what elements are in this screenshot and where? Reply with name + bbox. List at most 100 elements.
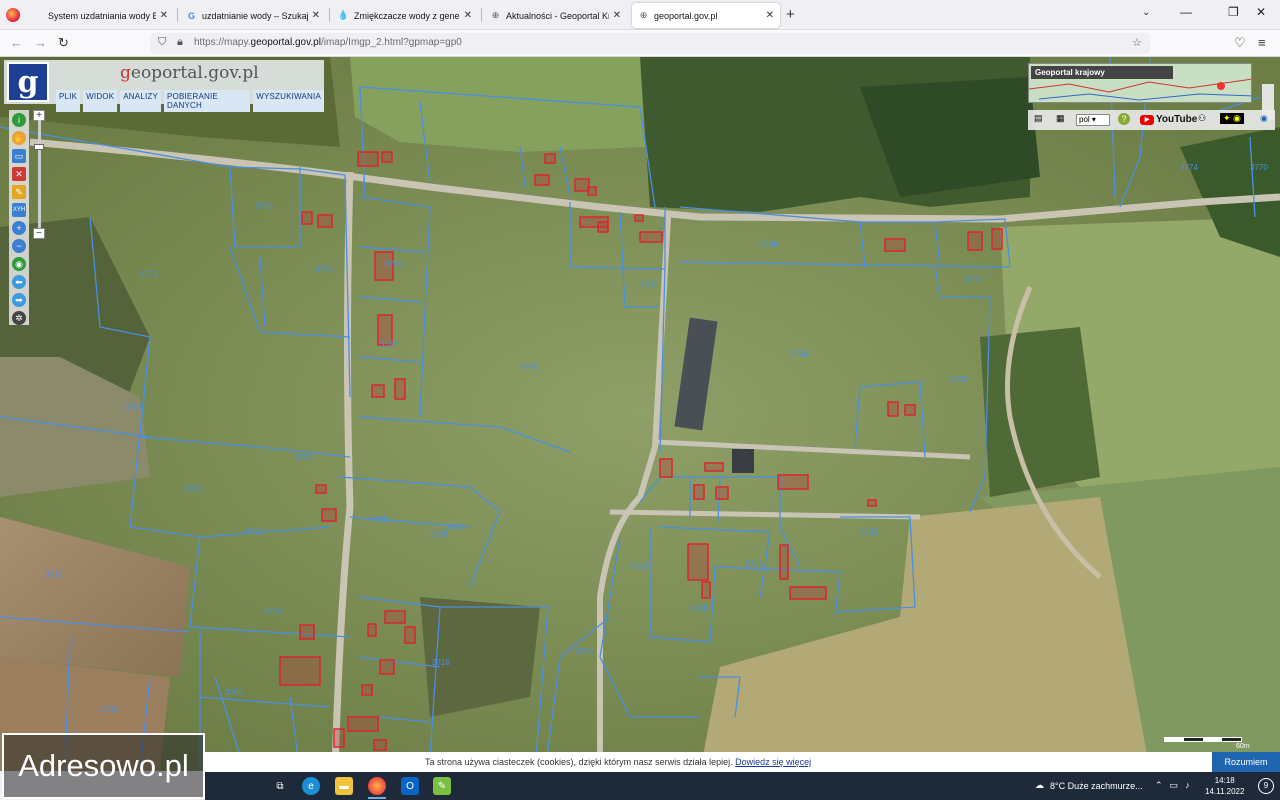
print-icon[interactable]: ▤ (1034, 113, 1043, 124)
building-outline[interactable] (379, 659, 395, 675)
globe-icon[interactable]: ◉ (12, 257, 26, 271)
pocket-icon[interactable]: ♡ (1234, 35, 1246, 51)
building-outline[interactable] (534, 174, 550, 186)
building-outline[interactable] (687, 543, 709, 581)
reload-icon[interactable]: ↻ (58, 35, 69, 51)
close-icon[interactable]: ✕ (160, 10, 168, 21)
contrast-icon[interactable]: ✦ ◉ (1220, 113, 1244, 124)
building-outline[interactable] (394, 378, 406, 400)
building-outline[interactable] (357, 151, 379, 167)
building-outline[interactable] (634, 214, 644, 222)
building-outline[interactable] (301, 211, 313, 225)
maximize-icon[interactable]: ❐ (1228, 5, 1239, 19)
map-viewport[interactable]: 3774 3770 3768 3753 3771 3763 3759 3754 3752 3745… (0, 57, 1280, 771)
zoom-slider[interactable]: + − (33, 110, 45, 240)
close-icon[interactable]: ✕ (464, 10, 472, 21)
building-outline[interactable] (887, 401, 899, 417)
zoom-track[interactable] (38, 120, 41, 235)
building-outline[interactable] (373, 739, 387, 751)
firefox-taskbar-icon[interactable] (368, 777, 386, 795)
building-outline[interactable] (967, 231, 983, 251)
building-outline[interactable] (587, 186, 597, 196)
chevron-up-icon[interactable]: ⌃ (1155, 780, 1163, 791)
close-icon[interactable]: ✕ (613, 10, 621, 21)
firefox-icon[interactable] (6, 8, 20, 22)
shield-icon[interactable]: ⛉ (158, 36, 166, 49)
building-outline[interactable] (361, 684, 373, 696)
building-outline[interactable] (371, 384, 385, 398)
menu-analizy[interactable]: ANALIZY (120, 90, 162, 112)
app-icon[interactable]: ✎ (433, 777, 451, 795)
building-outline[interactable] (701, 581, 711, 599)
pencil-icon[interactable]: ✎ (12, 185, 26, 199)
pan-hand-icon[interactable]: ✋ (12, 131, 26, 145)
building-outline[interactable] (299, 624, 315, 640)
building-outline[interactable] (884, 238, 906, 252)
building-outline[interactable] (384, 610, 406, 624)
tab-3[interactable]: ⊕ Aktualności - Geoportal Krajowy ✕ (484, 3, 627, 28)
building-outline[interactable] (904, 404, 916, 416)
building-outline[interactable] (639, 231, 663, 243)
edge-icon[interactable]: e (302, 777, 320, 795)
bookmark-star-icon[interactable]: ☆ (1132, 36, 1142, 49)
building-outline[interactable] (659, 458, 673, 478)
back-view-icon[interactable]: ⬅ (12, 275, 26, 289)
chevron-down-icon[interactable]: ⌄ (1142, 7, 1150, 18)
lock-icon[interactable]: 🔒︎ (177, 36, 183, 49)
building-outline[interactable] (367, 623, 377, 637)
cookie-accept-button[interactable]: Rozumiem (1212, 752, 1280, 772)
menu-wyszukiwania[interactable]: WYSZUKIWANIA (253, 90, 324, 112)
weather-widget[interactable]: ☁ 8°C Duże zachmurze... (1035, 780, 1143, 791)
tab-2[interactable]: 💧 Zmiękczacze wody z generatora ✕ (332, 3, 478, 28)
menu-plik[interactable]: PLIK (56, 90, 81, 112)
building-outline[interactable] (597, 221, 609, 233)
building-outline[interactable] (867, 499, 877, 507)
building-outline[interactable] (315, 484, 327, 494)
close-icon[interactable]: ✕ (312, 10, 320, 21)
building-outline[interactable] (693, 484, 705, 500)
building-outline[interactable] (715, 486, 729, 500)
building-outline[interactable] (777, 474, 809, 490)
volume-icon[interactable]: ♪ (1185, 780, 1190, 791)
menu-pobieranie-danych[interactable]: POBIERANIE DANYCH (164, 90, 251, 112)
layers-icon[interactable]: ▦ (1056, 113, 1065, 124)
select-area-icon[interactable]: ▭ (12, 149, 26, 163)
clock[interactable]: 14:18 14.11.2022 (1205, 775, 1244, 797)
building-outline[interactable] (544, 153, 556, 164)
eye-icon[interactable]: ◉ (1260, 113, 1268, 124)
overview-map[interactable]: Geoportal krajowy (1028, 63, 1252, 103)
outlook-icon[interactable]: O (401, 777, 419, 795)
cookie-more-link[interactable]: Dowiedz się więcej (735, 757, 811, 767)
building-outline[interactable] (321, 508, 337, 522)
building-outline[interactable] (333, 728, 345, 748)
url-bar[interactable]: ⛉ 🔒︎ https://mapy.geoportal.gov.pl/imap/… (150, 33, 1150, 54)
help-icon[interactable]: ? (1118, 113, 1130, 125)
minimize-icon[interactable]: — (1180, 5, 1192, 19)
measure-icon[interactable]: XYH (12, 203, 26, 217)
accessibility-icon[interactable]: ⚇ (1198, 113, 1206, 124)
building-outline[interactable] (704, 462, 724, 472)
building-outline[interactable] (404, 626, 416, 644)
language-select[interactable]: pol ▾ (1076, 114, 1110, 126)
new-tab-button[interactable]: + (786, 6, 795, 23)
building-outline[interactable] (991, 228, 1003, 250)
close-icon[interactable]: ✕ (766, 10, 774, 21)
building-outline[interactable] (279, 656, 321, 686)
building-outline[interactable] (347, 716, 379, 732)
tab-4-active[interactable]: ⊕ geoportal.gov.pl ✕ (632, 3, 780, 28)
building-outline[interactable] (779, 544, 789, 580)
task-view-icon[interactable]: ⧉ (271, 777, 289, 795)
zoom-out-icon[interactable]: − (12, 239, 26, 253)
notification-icon[interactable]: 9 (1258, 778, 1274, 794)
network-icon[interactable]: ▭ (1170, 780, 1179, 791)
window-close-icon[interactable]: ✕ (1256, 5, 1266, 19)
building-outline[interactable] (381, 151, 393, 163)
geoportal-logo[interactable]: g (7, 62, 49, 102)
building-outline[interactable] (574, 178, 590, 192)
clear-selection-icon[interactable]: ✕ (12, 167, 26, 181)
tab-0[interactable]: System uzdatniania wody BLUE ✕ (26, 3, 174, 28)
building-outline[interactable] (317, 214, 333, 228)
url-text[interactable]: https://mapy.geoportal.gov.pl/imap/Imgp_… (194, 37, 462, 48)
zoom-in-icon[interactable]: + (12, 221, 26, 235)
forward-arrow-icon[interactable]: → (34, 35, 47, 50)
